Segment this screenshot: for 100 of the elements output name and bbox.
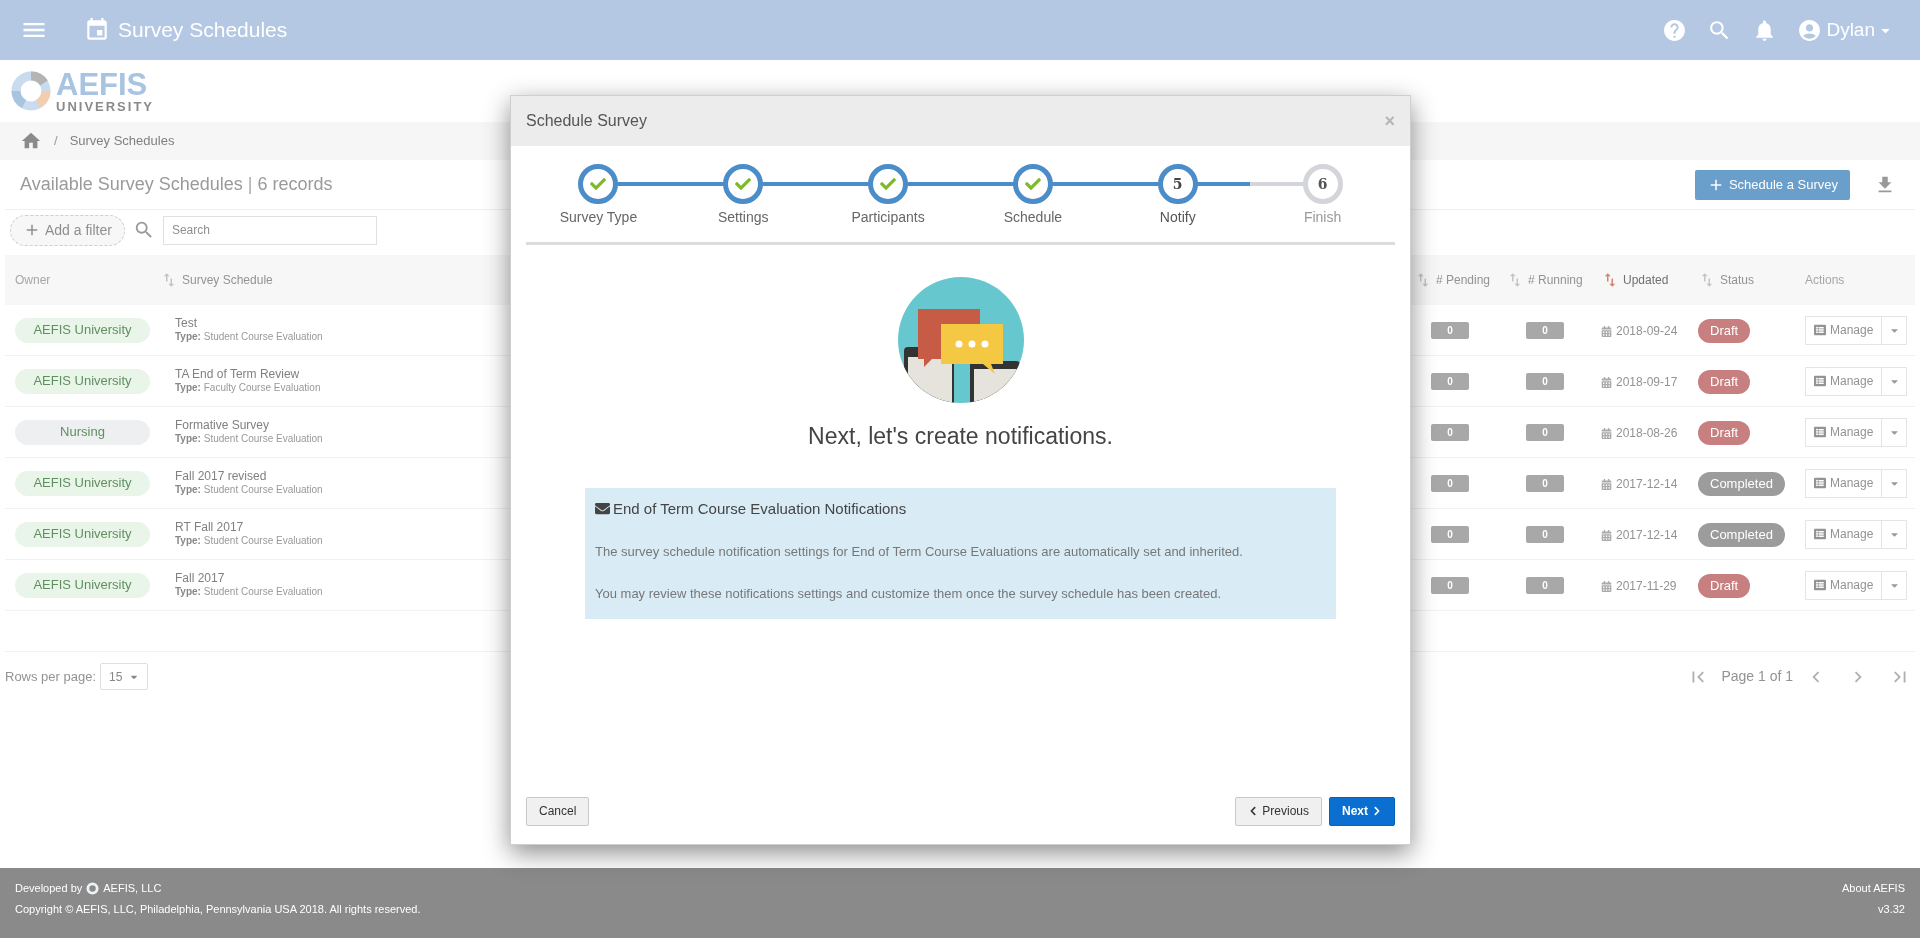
breadcrumb-link[interactable]: Survey Schedules [69, 131, 175, 151]
updated-date: 2017-12-14 [1616, 476, 1678, 493]
logo-name: AEFIS [56, 69, 149, 100]
owner-tag: AEFIS University [15, 572, 150, 598]
calendar-icon [1601, 478, 1612, 490]
schedule-type: Type: Faculty Course Evaluation [175, 382, 321, 395]
about-link[interactable]: About AEFIS [1842, 880, 1905, 897]
step-label: Settings [717, 208, 769, 227]
list-icon [1814, 477, 1826, 489]
calendar-icon [1601, 376, 1612, 388]
company-link[interactable]: AEFIS, LLC [103, 880, 162, 897]
section-title: Available Survey Schedules | 6 records [20, 173, 333, 196]
manage-button[interactable]: Manage [1805, 519, 1883, 549]
step-label: Survey Type [559, 208, 638, 227]
count-badge: 0 [1526, 576, 1564, 594]
list-icon [1814, 426, 1826, 438]
schedule-type: Type: Student Course Evaluation [175, 535, 323, 548]
dropdown-toggle[interactable] [1882, 417, 1908, 447]
status-tag: Draft [1698, 318, 1751, 343]
schedule-survey-button[interactable]: Schedule a Survey [1694, 169, 1850, 200]
check-icon [880, 176, 897, 192]
dropdown-toggle[interactable] [1882, 570, 1908, 600]
manage-button[interactable]: Manage [1805, 366, 1883, 396]
manage-button[interactable]: Manage [1805, 468, 1883, 498]
status-tag: Draft [1698, 369, 1751, 394]
manage-button[interactable]: Manage [1805, 315, 1883, 345]
count-badge: 0 [1431, 576, 1469, 594]
developed-by-text: Developed by [15, 881, 83, 896]
dropdown-toggle[interactable] [1882, 315, 1908, 345]
owner-tag: AEFIS University [15, 521, 150, 547]
column-header[interactable]: Survey Schedule [182, 271, 273, 289]
rows-per-page-select[interactable]: 15 [100, 663, 149, 690]
previous-button[interactable]: Previous [1235, 796, 1322, 826]
owner-tag: Nursing [15, 419, 150, 445]
count-badge: 0 [1526, 474, 1564, 492]
modal-title: Schedule Survey [526, 111, 647, 131]
rows-per-page-label: Rows per page: [5, 667, 97, 686]
check-icon [1024, 176, 1041, 192]
status-tag: Completed [1698, 522, 1785, 547]
schedule-name[interactable]: RT Fall 2017 [175, 520, 244, 536]
breadcrumb-separator: / [54, 132, 58, 151]
help-icon[interactable] [1662, 17, 1688, 43]
column-header[interactable]: Updated [1623, 271, 1669, 289]
schedule-type: Type: Student Course Evaluation [175, 586, 323, 599]
dropdown-toggle[interactable] [1882, 366, 1908, 396]
check-icon [590, 176, 607, 192]
info-text: The survey schedule notification settings for End of Term Course Evaluations are automatically set and inherited. [595, 543, 1244, 561]
column-header[interactable]: Owner [15, 271, 51, 289]
schedule-type: Type: Student Course Evaluation [175, 331, 323, 344]
updated-date: 2017-12-14 [1616, 527, 1678, 544]
step-number: 5 [1172, 174, 1183, 194]
updated-date: 2018-08-26 [1616, 425, 1678, 442]
count-badge: 0 [1526, 321, 1564, 339]
column-header[interactable]: # Running [1528, 271, 1583, 289]
step-label: Finish [1303, 208, 1342, 227]
add-filter-button[interactable]: Add a filter [10, 214, 125, 246]
dropdown-toggle[interactable] [1882, 519, 1908, 549]
calendar-icon [1601, 529, 1612, 541]
column-header[interactable]: # Pending [1436, 271, 1491, 289]
schedule-name[interactable]: Formative Survey [175, 418, 270, 434]
updated-date: 2017-11-29 [1616, 578, 1677, 595]
owner-tag: AEFIS University [15, 317, 150, 343]
logo-subtitle: UNIVERSITY [56, 100, 154, 113]
cancel-button[interactable]: Cancel [526, 796, 590, 826]
manage-button[interactable]: Manage [1805, 417, 1883, 447]
column-header[interactable]: Actions [1805, 271, 1845, 289]
list-icon [1814, 528, 1826, 540]
owner-tag: AEFIS University [15, 368, 150, 394]
version-text: v3.32 [1878, 901, 1905, 917]
logo-ring-icon [10, 70, 52, 112]
schedule-name[interactable]: Test [175, 316, 197, 332]
owner-tag: AEFIS University [15, 470, 150, 496]
step-number: 6 [1317, 174, 1328, 194]
count-badge: 0 [1431, 372, 1469, 390]
status-tag: Draft [1698, 420, 1751, 445]
dropdown-toggle[interactable] [1882, 468, 1908, 498]
close-button[interactable]: × [1384, 107, 1395, 135]
chevron-right-icon [1372, 806, 1382, 816]
info-title: End of Term Course Evaluation Notifications [613, 498, 907, 519]
next-button[interactable]: Next [1329, 796, 1395, 826]
schedule-type: Type: Student Course Evaluation [175, 484, 323, 497]
status-tag: Completed [1698, 471, 1785, 496]
schedule-name[interactable]: Fall 2017 [175, 571, 225, 587]
calendar-icon [1601, 427, 1612, 439]
manage-button[interactable]: Manage [1805, 570, 1883, 600]
column-header[interactable]: Status [1720, 271, 1755, 289]
list-icon [1814, 324, 1826, 336]
count-badge: 0 [1431, 321, 1469, 339]
step-label: Schedule [1003, 208, 1063, 227]
check-icon [735, 176, 752, 192]
search-field[interactable]: Search [162, 215, 377, 245]
count-badge: 0 [1526, 423, 1564, 441]
status-tag: Draft [1698, 573, 1751, 598]
schedule-name[interactable]: TA End of Term Review [175, 367, 300, 383]
user-avatar-icon [1797, 17, 1823, 43]
updated-date: 2018-09-24 [1616, 323, 1678, 340]
count-badge: 0 [1431, 423, 1469, 441]
schedule-name[interactable]: Fall 2017 revised [175, 469, 267, 485]
step-heading: Next, let's create notifications. [808, 422, 1113, 451]
updated-date: 2018-09-17 [1616, 374, 1678, 391]
